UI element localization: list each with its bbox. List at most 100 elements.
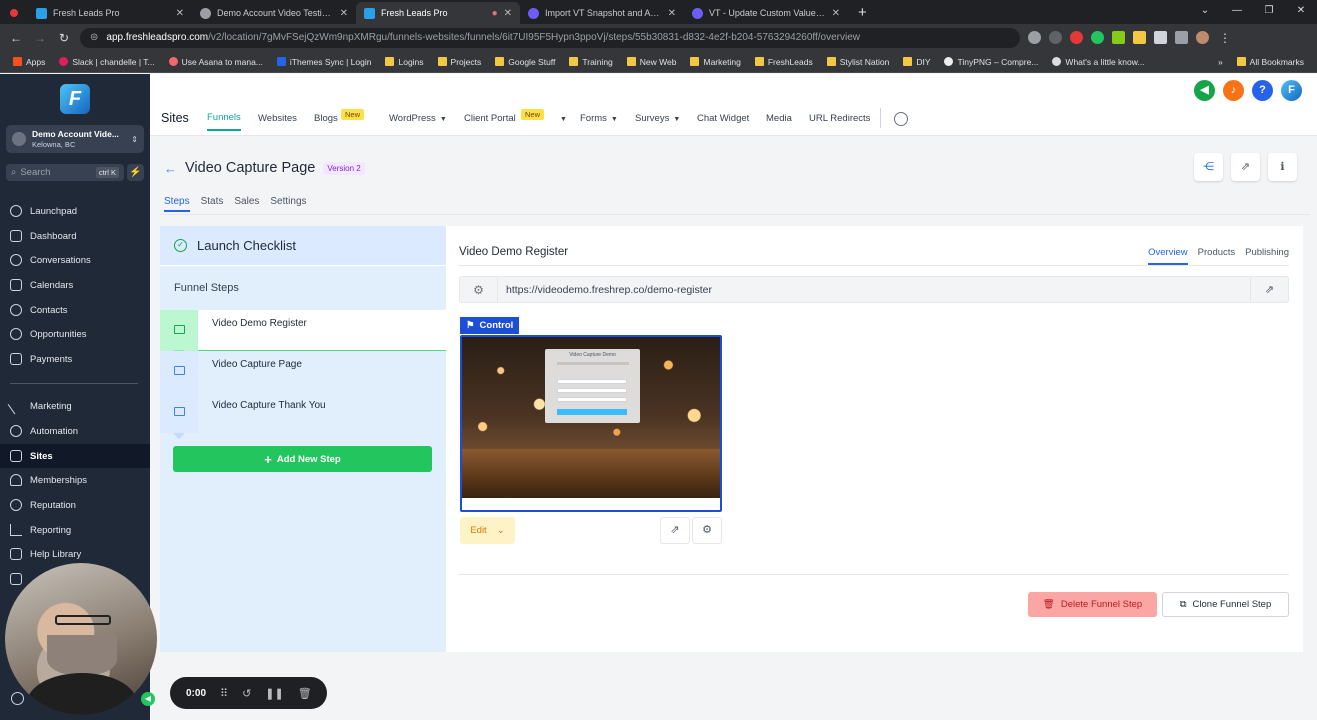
profile-avatar-icon[interactable] bbox=[1196, 31, 1209, 44]
bookmark-apps[interactable]: Apps bbox=[6, 57, 52, 67]
edit-button[interactable]: Edit ⌄ bbox=[460, 517, 515, 544]
bookmark-item[interactable]: What's a little know... bbox=[1045, 57, 1151, 67]
reload-icon[interactable]: ↻ bbox=[56, 31, 72, 45]
account-switcher[interactable]: Demo Account Vide... Kelowna, BC ⇕ bbox=[6, 125, 144, 153]
nav-forms[interactable]: Forms ▼ bbox=[580, 113, 618, 124]
nav-funnels[interactable]: Funnels bbox=[207, 112, 241, 131]
back-arrow-icon[interactable]: ← bbox=[8, 31, 24, 45]
bookmark-item[interactable]: Slack | chandelle | T... bbox=[52, 57, 161, 67]
new-tab-button[interactable]: + bbox=[848, 2, 877, 24]
extension-icon[interactable] bbox=[1028, 31, 1041, 44]
close-tab-icon[interactable]: ✕ bbox=[832, 8, 840, 19]
restore-icon[interactable]: ❐ bbox=[1253, 0, 1285, 22]
funnel-step[interactable]: Video Demo Register bbox=[160, 310, 446, 356]
bookmark-item[interactable]: iThemes Sync | Login bbox=[270, 57, 379, 67]
bookmark-item[interactable]: Projects bbox=[431, 57, 489, 67]
extension-icon[interactable] bbox=[1112, 31, 1125, 44]
bookmark-item[interactable]: FreshLeads bbox=[748, 57, 820, 67]
pause-icon[interactable]: ❚❚ bbox=[265, 687, 283, 700]
sidebar-item-launchpad[interactable]: Launchpad bbox=[0, 199, 150, 223]
bookmark-item[interactable]: Marketing bbox=[683, 57, 747, 67]
page-preview-thumbnail[interactable]: Video Capture Demo bbox=[460, 335, 722, 512]
tab-steps[interactable]: Steps bbox=[164, 196, 190, 212]
bookmark-item[interactable]: Google Stuff bbox=[488, 57, 562, 67]
bookmark-overflow[interactable]: » bbox=[1211, 57, 1230, 67]
gear-icon[interactable]: ⚙ bbox=[460, 277, 498, 302]
add-new-step-button[interactable]: + Add New Step bbox=[173, 446, 432, 472]
lightning-bolt-icon[interactable]: ⚡ bbox=[127, 164, 144, 181]
nav-blogs[interactable]: Blogs bbox=[314, 113, 338, 124]
sidebar-item-memberships[interactable]: Memberships bbox=[0, 468, 150, 492]
back-arrow-icon[interactable]: ← bbox=[164, 161, 177, 176]
extension-icon[interactable] bbox=[1133, 31, 1146, 44]
share-icon[interactable]: ⋲ bbox=[1194, 153, 1223, 181]
external-link-icon[interactable]: ⇗ bbox=[1250, 277, 1288, 302]
sidebar-item-calendars[interactable]: Calendars bbox=[0, 273, 150, 297]
tab-publishing[interactable]: Publishing bbox=[1245, 247, 1289, 265]
bookmark-item[interactable]: Training bbox=[562, 57, 619, 67]
browser-tab-5[interactable]: VT - Update Custom Values and ✕ bbox=[684, 2, 848, 24]
external-link-icon[interactable]: ⇗ bbox=[1231, 153, 1260, 181]
bookmark-all[interactable]: All Bookmarks bbox=[1230, 57, 1311, 67]
sidebar-item-reputation[interactable]: Reputation bbox=[0, 493, 150, 517]
bookmark-item[interactable]: New Web bbox=[620, 57, 684, 67]
clone-funnel-step-button[interactable]: ⧉ Clone Funnel Step bbox=[1162, 592, 1289, 617]
bookmark-item[interactable]: Logins bbox=[378, 57, 430, 67]
launch-checklist[interactable]: ✓ Launch Checklist bbox=[160, 226, 446, 266]
nav-client-portal[interactable]: Client Portal bbox=[464, 113, 516, 124]
kebab-menu-icon[interactable]: ⋮ bbox=[1217, 31, 1233, 45]
step-url[interactable]: https://videodemo.freshrep.co/demo-regis… bbox=[498, 284, 1250, 296]
site-info-icon[interactable]: ⊜ bbox=[90, 32, 98, 43]
browser-tab-3[interactable]: Fresh Leads Pro ● ✕ bbox=[356, 2, 520, 24]
nav-url-redirects[interactable]: URL Redirects bbox=[809, 113, 870, 124]
restart-icon[interactable]: ↺ bbox=[242, 687, 251, 700]
nav-chat-widget[interactable]: Chat Widget bbox=[697, 113, 749, 124]
tab-overview[interactable]: Overview bbox=[1148, 247, 1188, 265]
browser-tab-2[interactable]: Demo Account Video Testimoni ✕ bbox=[192, 2, 356, 24]
close-tab-icon[interactable]: ✕ bbox=[176, 8, 184, 19]
camera-toggle-icon[interactable]: ◀ bbox=[141, 692, 155, 706]
reading-list-icon[interactable] bbox=[1175, 31, 1188, 44]
trash-icon[interactable]: 🗑 bbox=[298, 687, 312, 700]
nav-media[interactable]: Media bbox=[766, 113, 792, 124]
megaphone-icon[interactable]: ◀ bbox=[1194, 80, 1215, 101]
bookmark-item[interactable]: Use Asana to mana... bbox=[162, 57, 270, 67]
forward-arrow-icon[interactable]: → bbox=[32, 31, 48, 45]
bookmark-item[interactable]: TinyPNG – Compre... bbox=[937, 57, 1045, 67]
bookmark-item[interactable]: Stylist Nation bbox=[820, 57, 897, 67]
tab-products[interactable]: Products bbox=[1198, 247, 1236, 265]
funnel-step[interactable]: Video Capture Thank You bbox=[160, 392, 446, 439]
funnel-step[interactable]: Video Capture Page bbox=[160, 351, 446, 398]
delete-funnel-step-button[interactable]: 🗑 Delete Funnel Step bbox=[1028, 592, 1157, 617]
grid-dots-icon[interactable]: ⠿ bbox=[220, 687, 228, 700]
help-icon[interactable]: ? bbox=[1252, 80, 1273, 101]
nav-surveys[interactable]: Surveys ▼ bbox=[635, 113, 680, 124]
freshleads-logo-icon[interactable]: F bbox=[60, 84, 90, 114]
tab-settings[interactable]: Settings bbox=[270, 196, 306, 212]
sidebar-item-sites[interactable]: Sites bbox=[0, 444, 150, 468]
bookmark-item[interactable]: DIY bbox=[896, 57, 937, 67]
extension-icon[interactable] bbox=[1070, 31, 1083, 44]
info-icon[interactable]: ℹ bbox=[1268, 153, 1297, 181]
gear-icon[interactable]: ⚙ bbox=[692, 517, 722, 544]
puzzle-icon[interactable] bbox=[1154, 31, 1167, 44]
external-link-icon[interactable]: ⇗ bbox=[660, 517, 690, 544]
url-omnibox[interactable]: ⊜ app.freshleadspro.com/v2/location/7gMv… bbox=[80, 27, 1020, 48]
sidebar-item-automation[interactable]: Automation bbox=[0, 419, 150, 443]
close-window-icon[interactable]: ✕ bbox=[1285, 0, 1317, 22]
sidebar-item-opportunities[interactable]: Opportunities bbox=[0, 322, 150, 346]
close-tab-icon[interactable]: ✕ bbox=[504, 8, 512, 19]
browser-tab-1[interactable]: Fresh Leads Pro ✕ bbox=[28, 2, 192, 24]
minimize-icon[interactable]: — bbox=[1221, 0, 1253, 22]
extension-icon[interactable] bbox=[1049, 31, 1062, 44]
profile-logo-icon[interactable]: F bbox=[1281, 80, 1302, 101]
tab-search-icon[interactable]: ⌄ bbox=[1189, 0, 1221, 22]
nav-wordpress[interactable]: WordPress ▼ bbox=[389, 113, 447, 124]
sidebar-item-contacts[interactable]: Contacts bbox=[0, 298, 150, 322]
bell-icon[interactable]: ♪ bbox=[1223, 80, 1244, 101]
close-tab-icon[interactable]: ✕ bbox=[668, 8, 676, 19]
settings-gear-icon[interactable] bbox=[894, 112, 908, 126]
extension-icon[interactable] bbox=[1091, 31, 1104, 44]
settings-gear-icon[interactable] bbox=[11, 692, 24, 705]
sidebar-search[interactable]: ⌕ Search ctrl K bbox=[6, 164, 124, 181]
